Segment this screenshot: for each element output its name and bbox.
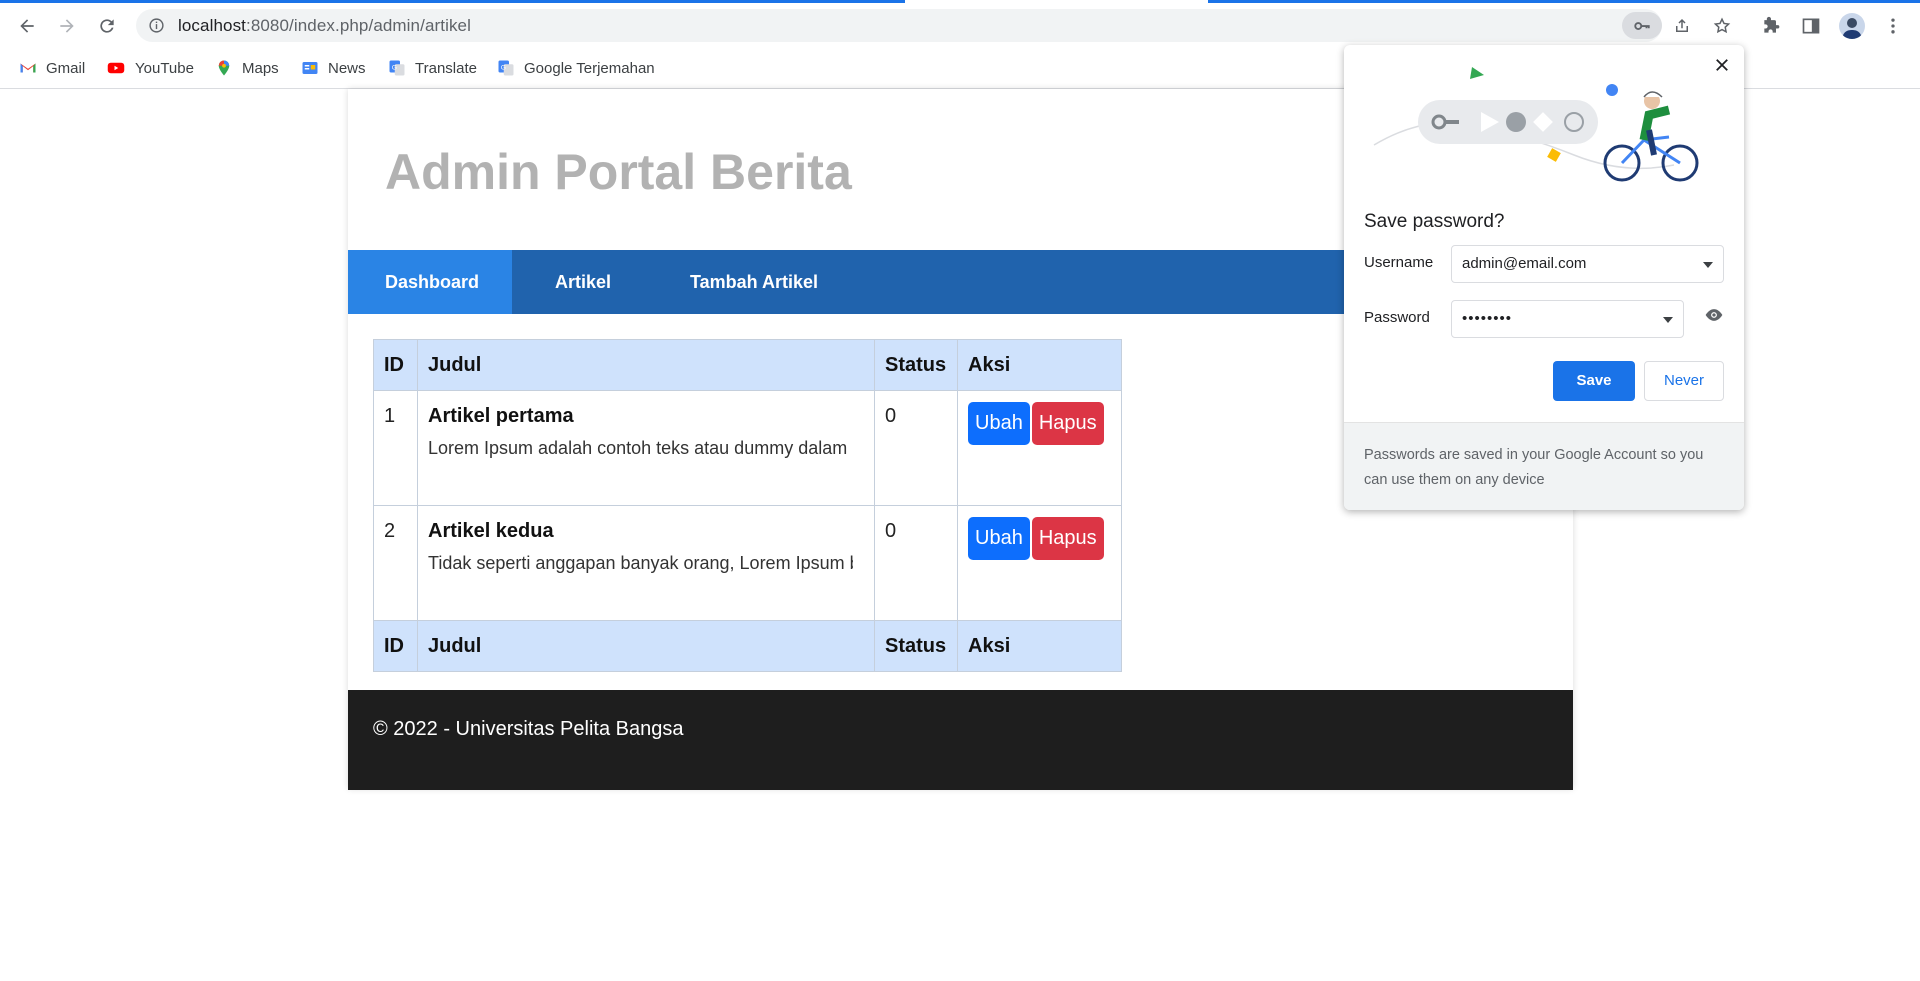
bookmark-google-terjemahan[interactable]: G Google Terjemahan: [497, 58, 655, 78]
bookmark-maps[interactable]: Maps: [215, 58, 279, 78]
svg-text:G: G: [501, 65, 506, 72]
bookmark-youtube[interactable]: YouTube: [106, 58, 194, 78]
profile-avatar[interactable]: [1839, 13, 1865, 39]
site-footer: © 2022 - Universitas Pelita Bangsa: [348, 690, 1573, 790]
svg-text:G: G: [392, 65, 397, 72]
bookmark-label: Google Terjemahan: [524, 59, 655, 77]
reload-icon[interactable]: [91, 10, 123, 42]
cell-judul: Artikel kedua Tidak seperti anggapan ban…: [417, 505, 875, 621]
bookmark-gmail[interactable]: Gmail: [19, 58, 85, 78]
bookmark-label: YouTube: [135, 59, 194, 77]
address-bar[interactable]: localhost:8080/index.php/admin/artikel: [136, 9, 1731, 42]
col-header-id: ID: [373, 339, 418, 391]
cell-id: 1: [373, 390, 418, 506]
nav-artikel[interactable]: Artikel: [555, 250, 611, 314]
col-footer-aksi: Aksi: [957, 620, 1122, 672]
back-icon[interactable]: [11, 10, 43, 42]
username-field[interactable]: admin@email.com: [1451, 245, 1724, 283]
table-row: 1 Artikel pertama Lorem Ipsum adalah con…: [373, 390, 1122, 506]
articles-table: ID Judul Status Aksi 1 Artikel pertama L…: [373, 339, 1122, 672]
table-header-row: ID Judul Status Aksi: [373, 339, 1122, 391]
bookmark-label: Gmail: [46, 59, 86, 77]
username-label: Username: [1364, 254, 1434, 271]
password-field[interactable]: ••••••••: [1451, 300, 1684, 338]
cell-status: 0: [874, 505, 958, 621]
article-excerpt: Tidak seperti anggapan banyak orang, Lor…: [428, 553, 853, 573]
forward-icon[interactable]: [51, 10, 83, 42]
cell-aksi: Ubah Hapus: [957, 390, 1122, 506]
url-host: localhost: [178, 16, 246, 35]
cell-aksi: Ubah Hapus: [957, 505, 1122, 621]
cell-id: 2: [373, 505, 418, 621]
news-icon: [302, 62, 318, 74]
article-excerpt: Lorem Ipsum adalah contoh teks atau dumm…: [428, 438, 853, 458]
browser-toolbar: localhost:8080/index.php/admin/artikel: [0, 3, 1920, 48]
maps-pin-icon: [218, 60, 230, 76]
copyright-text: © 2022 - Universitas Pelita Bangsa: [373, 718, 684, 740]
table-footer-row: ID Judul Status Aksi: [373, 620, 1122, 672]
menu-kebab-icon[interactable]: [1880, 13, 1906, 39]
col-header-aksi: Aksi: [957, 339, 1122, 391]
col-footer-id: ID: [373, 620, 418, 672]
save-button[interactable]: Save: [1553, 361, 1635, 401]
article-title: Artikel kedua: [428, 520, 554, 542]
col-header-judul: Judul: [417, 339, 875, 391]
side-panel-icon[interactable]: [1798, 13, 1824, 39]
password-illustration: [1373, 67, 1699, 182]
dialog-title: Save password?: [1364, 211, 1505, 232]
password-value: ••••••••: [1462, 310, 1513, 327]
bookmark-news[interactable]: News: [301, 58, 366, 78]
bookmark-label: Maps: [242, 59, 279, 77]
cell-judul: Artikel pertama Lorem Ipsum adalah conto…: [417, 390, 875, 506]
url-text[interactable]: localhost:8080/index.php/admin/artikel: [178, 16, 471, 36]
bookmark-star-icon[interactable]: [1704, 12, 1740, 39]
show-password-eye-icon[interactable]: [1704, 305, 1724, 325]
username-value: admin@email.com: [1462, 255, 1587, 272]
dialog-footer: Passwords are saved in your Google Accou…: [1344, 422, 1744, 510]
table-row: 2 Artikel kedua Tidak seperti anggapan b…: [373, 505, 1122, 621]
nav-tambah-artikel[interactable]: Tambah Artikel: [690, 250, 818, 314]
delete-button[interactable]: Hapus: [1031, 517, 1104, 560]
col-footer-judul: Judul: [417, 620, 875, 672]
password-key-icon[interactable]: [1622, 12, 1662, 39]
dialog-footer-text: Passwords are saved in your Google Accou…: [1364, 447, 1704, 488]
close-icon[interactable]: [1712, 55, 1732, 75]
edit-button[interactable]: Ubah: [968, 402, 1030, 445]
bookmark-label: News: [328, 59, 366, 77]
extensions-icon[interactable]: [1758, 13, 1784, 39]
col-header-status: Status: [874, 339, 958, 391]
article-title: Artikel pertama: [428, 405, 574, 427]
edit-button[interactable]: Ubah: [968, 517, 1030, 560]
share-icon[interactable]: [1664, 12, 1700, 39]
never-button[interactable]: Never: [1644, 361, 1724, 401]
translate-icon: G: [389, 60, 405, 76]
bookmark-translate[interactable]: G Translate: [388, 58, 477, 78]
delete-button[interactable]: Hapus: [1031, 402, 1104, 445]
translate-icon: G: [498, 60, 514, 76]
url-path: :8080/index.php/admin/artikel: [246, 16, 471, 35]
save-password-dialog: Save password? Username admin@email.com …: [1344, 45, 1744, 510]
chevron-down-icon[interactable]: [1703, 262, 1713, 268]
nav-dashboard[interactable]: Dashboard: [348, 250, 512, 314]
chevron-down-icon[interactable]: [1663, 317, 1673, 323]
gmail-icon: [20, 63, 36, 73]
site-info-icon[interactable]: [148, 17, 165, 34]
youtube-icon: [107, 62, 125, 74]
cell-status: 0: [874, 390, 958, 506]
site-title: Admin Portal Berita: [385, 144, 852, 200]
col-footer-status: Status: [874, 620, 958, 672]
password-label: Password: [1364, 309, 1430, 326]
bookmark-label: Translate: [415, 59, 477, 77]
